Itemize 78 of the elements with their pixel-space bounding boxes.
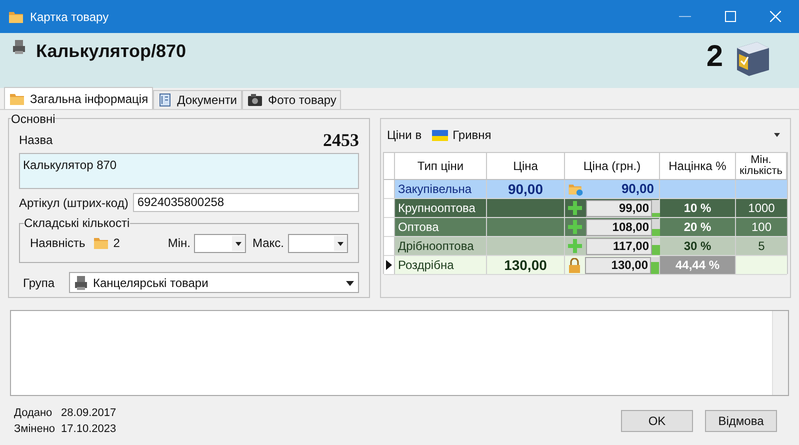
price-uah-field[interactable]: 99,00 [586, 200, 652, 216]
min-quantity: 5 [758, 238, 765, 255]
price-row[interactable]: Крупнооптова 99,00 10 % 1000 [384, 199, 787, 218]
notebook-icon [158, 93, 172, 107]
column-header[interactable]: Ціна (грн.) [565, 153, 660, 179]
currency-dropdown[interactable]: Гривня [432, 126, 788, 144]
column-header[interactable]: Мін. кількість [736, 153, 787, 179]
flag-icon [432, 130, 448, 140]
app-icon [8, 10, 24, 24]
notes-field[interactable] [10, 310, 789, 396]
markup-value: 20 % [684, 219, 712, 236]
folder-icon [9, 92, 25, 106]
column-header[interactable]: Націнка % [660, 153, 736, 179]
min-label: Мін. [168, 235, 190, 252]
printer-icon [12, 39, 26, 55]
max-label: Макс. [252, 235, 284, 252]
price-row[interactable]: Закупівельна 90,00 90,00 [384, 180, 787, 199]
scrollbar[interactable] [772, 311, 788, 395]
markup-value: 44,44 % [675, 257, 720, 274]
product-id: 2453 [323, 131, 359, 149]
product-title: Калькулятор/870 [36, 40, 186, 63]
folder-add-icon [568, 182, 584, 196]
window-title: Картка товару [30, 8, 109, 26]
price-row[interactable]: Роздрібна 130,00 130,00 44,44 % [384, 256, 787, 275]
price-type: Крупнооптова [398, 200, 476, 217]
current-row-icon [386, 260, 392, 270]
min-dropdown[interactable] [194, 234, 246, 252]
close-icon[interactable] [770, 11, 781, 22]
price-row[interactable]: Дрібнооптова 117,00 30 % 5 [384, 237, 787, 256]
ok-button[interactable]: OK [621, 410, 693, 432]
price-type: Дрібнооптова [398, 238, 474, 255]
dropdown-arrow-icon [774, 133, 780, 137]
markup-value: 10 % [684, 200, 712, 217]
column-header[interactable]: Тип ціни [395, 153, 487, 179]
min-quantity: 1000 [748, 200, 775, 217]
column-header[interactable]: Ціна [487, 153, 565, 179]
price-value: 90,00 [508, 180, 544, 198]
tab[interactable]: Загальна інформація [4, 87, 154, 109]
basics-legend: Основні [11, 112, 56, 126]
minimize-icon[interactable] [679, 16, 691, 18]
tab[interactable]: Фото товару [242, 90, 342, 109]
sku-label: Артікул (штрих-код) [19, 194, 128, 212]
plus-icon[interactable] [568, 220, 582, 234]
group-label: Група [22, 274, 56, 292]
markup-value: 30 % [684, 238, 712, 255]
maximize-icon[interactable] [725, 11, 736, 22]
price-uah: 90,00 [620, 180, 655, 198]
warehouse-icon [93, 236, 110, 250]
sku-field[interactable]: 6924035800258 [133, 193, 359, 212]
camera-icon [247, 93, 264, 107]
max-dropdown[interactable] [288, 234, 348, 252]
plus-icon[interactable] [568, 201, 582, 215]
stock-legend: Складські кількості [24, 216, 130, 230]
changed-label: Змінено [14, 422, 56, 436]
price-value: 130,00 [504, 256, 547, 274]
lock-icon [568, 258, 581, 272]
availability-value: 2 [113, 235, 120, 252]
changed-date: 17.10.2023 [61, 422, 116, 436]
added-date: 28.09.2017 [61, 406, 116, 420]
stock-count: 2 [706, 42, 723, 72]
cancel-button[interactable]: Відмова [705, 410, 777, 432]
min-quantity: 100 [751, 219, 772, 236]
price-uah-field[interactable]: 117,00 [586, 238, 652, 254]
price-type: Роздрібна [398, 257, 454, 274]
group-dropdown[interactable]: Канцелярські товари [69, 272, 359, 293]
printer-icon [74, 274, 88, 290]
price-type: Закупівельна [398, 181, 472, 198]
tab[interactable]: Документи [153, 90, 242, 109]
added-label: Додано [14, 406, 54, 420]
price-uah-field[interactable]: 108,00 [586, 218, 652, 236]
price-type: Оптова [398, 219, 439, 236]
price-uah-field[interactable]: 130,00 [585, 256, 651, 274]
name-field[interactable]: Калькулятор 870 [19, 153, 359, 189]
prices-label: Ціни в [387, 127, 422, 144]
availability-label: Наявність [30, 235, 86, 252]
price-row[interactable]: Оптова 108,00 20 % 100 [384, 218, 787, 237]
dropdown-arrow-icon [345, 278, 355, 286]
name-label: Назва [19, 132, 53, 149]
